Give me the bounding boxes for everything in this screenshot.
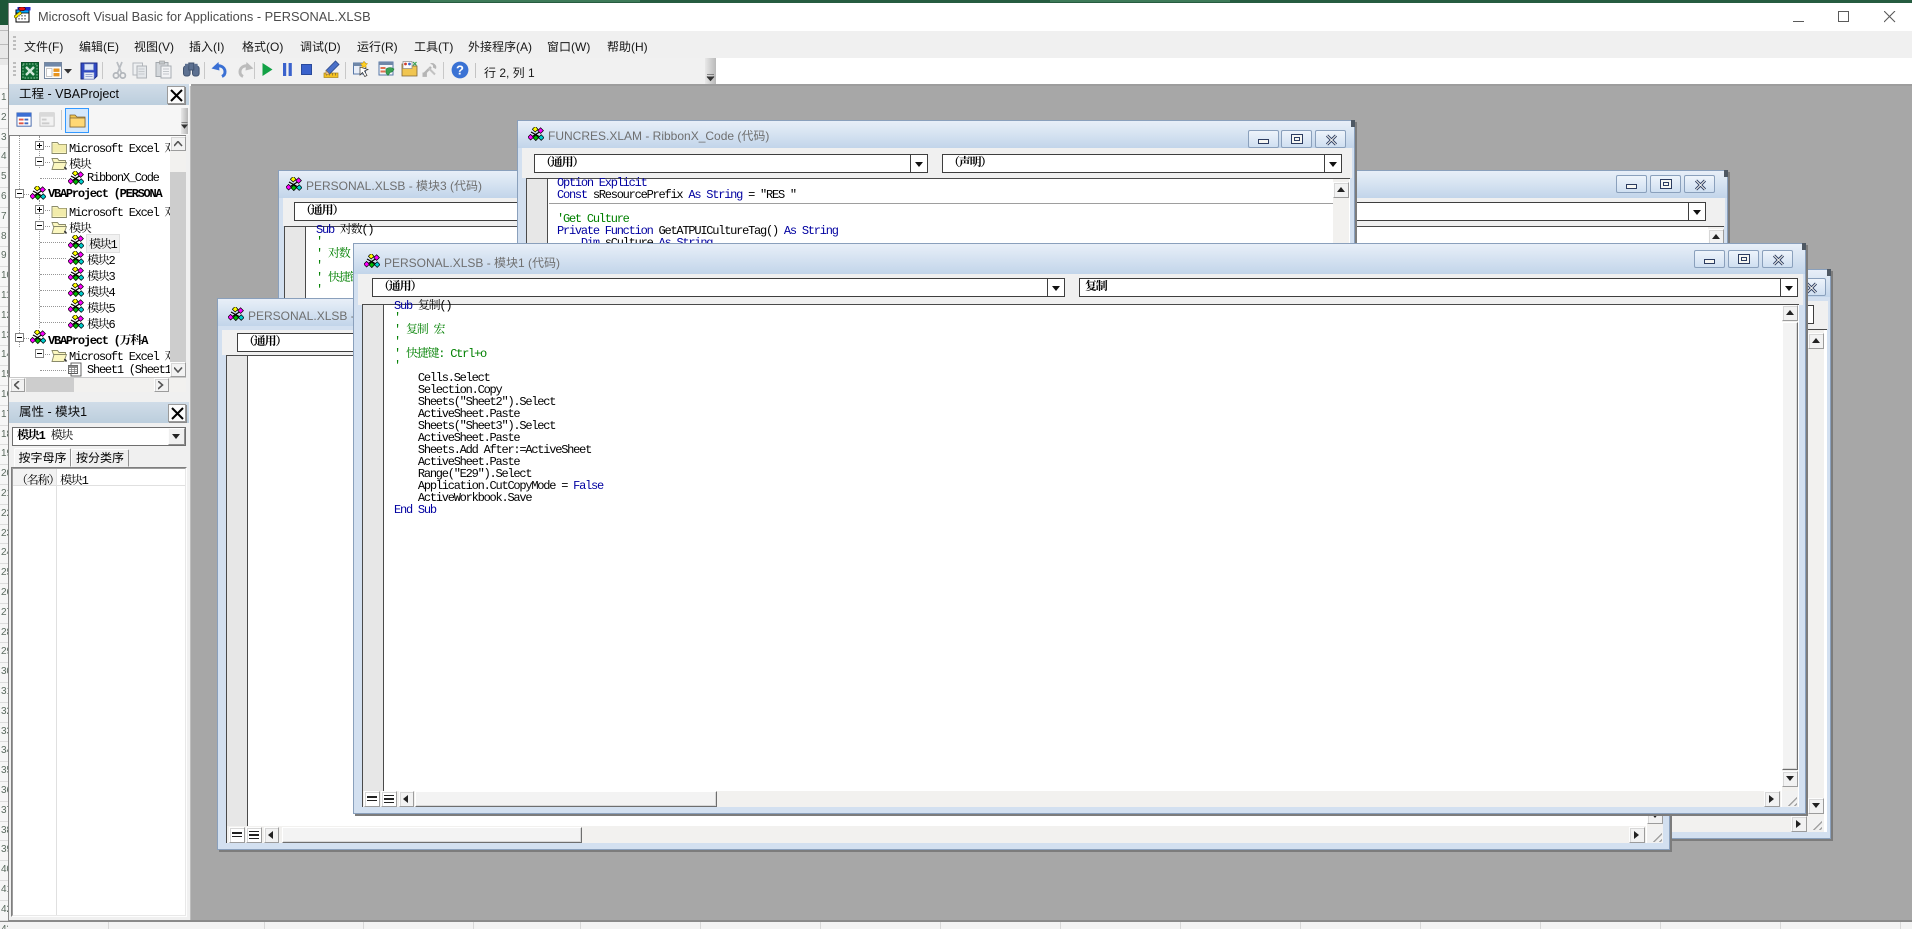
svg-text:?: ? <box>456 63 464 78</box>
